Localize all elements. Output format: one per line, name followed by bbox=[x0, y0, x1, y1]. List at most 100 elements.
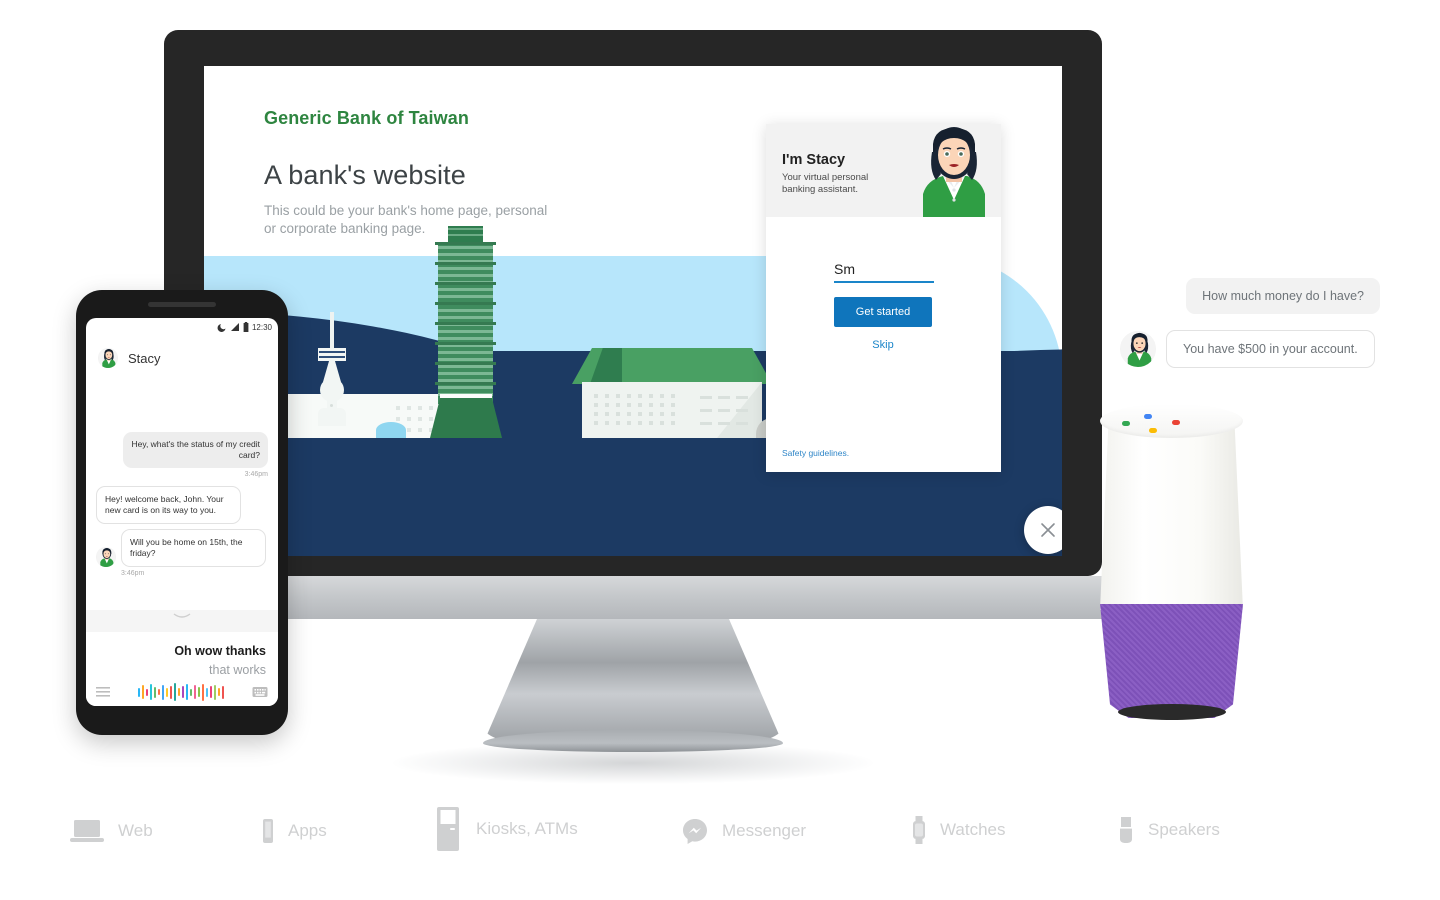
waveform-bar bbox=[202, 683, 204, 701]
assistant-tagline: Your virtual personal banking assistant. bbox=[782, 172, 869, 195]
waveform-bar bbox=[178, 688, 180, 696]
stacy-avatar bbox=[96, 547, 116, 567]
waveform-bar bbox=[218, 688, 220, 696]
phone-bottom-bar bbox=[86, 678, 278, 706]
page-root: Generic Bank of Taiwan A bank's website … bbox=[0, 0, 1440, 900]
monitor-chin bbox=[164, 576, 1102, 619]
voice-transcript-final: Oh wow thanks bbox=[174, 644, 266, 658]
channel-list: Web Apps Kiosks, ATMs Messenger Watches … bbox=[0, 804, 1440, 864]
waveform-bar bbox=[170, 685, 172, 699]
channel-item-web[interactable]: Web bbox=[70, 818, 153, 844]
mobile-phone: 12:30 Stacy Hey, what's the status of my… bbox=[76, 290, 288, 735]
phone-screen: 12:30 Stacy Hey, what's the status of my… bbox=[86, 318, 278, 706]
bank-brand-name: Generic Bank of Taiwan bbox=[264, 108, 469, 128]
keyboard-icon[interactable] bbox=[252, 686, 268, 698]
channel-label: Kiosks, ATMs bbox=[476, 819, 578, 838]
skip-link[interactable]: Skip bbox=[834, 339, 932, 351]
phone-sheet-divider bbox=[86, 610, 278, 632]
waveform-bar bbox=[162, 684, 164, 700]
speaker-user-question: How much money do I have? bbox=[1186, 278, 1380, 314]
waveform-bar bbox=[150, 684, 152, 700]
speaker-foot bbox=[1118, 704, 1226, 720]
waveform-bar bbox=[138, 687, 140, 697]
channel-label: Web bbox=[118, 821, 153, 840]
chat-widget-header: I'm Stacy Your virtual personal banking … bbox=[766, 124, 1001, 217]
messenger-icon bbox=[682, 818, 708, 844]
stacy-avatar bbox=[98, 348, 118, 368]
mobile-phone-icon bbox=[262, 818, 274, 844]
phone-message-list: Hey, what's the status of my credit card… bbox=[86, 380, 278, 610]
waveform-bar bbox=[198, 687, 200, 697]
smartwatch-icon bbox=[912, 816, 926, 844]
signal-icon bbox=[230, 323, 239, 331]
monitor-shadow bbox=[393, 742, 873, 784]
speaker-icon bbox=[1118, 816, 1134, 844]
desktop-monitor: Generic Bank of Taiwan A bank's website … bbox=[164, 30, 1102, 784]
channel-label: Apps bbox=[288, 821, 327, 840]
monitor-stand-neck bbox=[483, 619, 783, 744]
waveform-bar bbox=[190, 688, 192, 696]
do-not-disturb-icon bbox=[217, 324, 226, 332]
waveform-bar bbox=[166, 687, 168, 697]
channel-item-kiosks[interactable]: Kiosks, ATMs bbox=[436, 806, 578, 852]
message-bubble-agent: Hey! welcome back, John. Your new card i… bbox=[96, 486, 241, 524]
speaker-led-indicators bbox=[1122, 414, 1222, 433]
phone-earpiece bbox=[148, 302, 216, 307]
bank-website: Generic Bank of Taiwan A bank's website … bbox=[204, 66, 1062, 556]
battery-icon bbox=[243, 322, 249, 332]
chat-widget: I'm Stacy Your virtual personal banking … bbox=[766, 124, 1001, 472]
hamburger-menu-icon[interactable] bbox=[96, 686, 110, 698]
message-bubble-user: Hey, what's the status of my credit card… bbox=[123, 432, 268, 468]
message-bubble-agent: Will you be home on 15th, the friday? bbox=[121, 529, 266, 567]
page-subtitle: This could be your bank's home page, per… bbox=[264, 203, 548, 236]
stacy-avatar bbox=[1120, 331, 1156, 367]
voice-waveform[interactable] bbox=[138, 683, 224, 701]
waveform-bar bbox=[142, 685, 144, 699]
phone-clock: 12:30 bbox=[251, 322, 272, 332]
get-started-button[interactable]: Get started bbox=[834, 297, 932, 327]
channel-label: Messenger bbox=[722, 821, 807, 840]
waveform-bar bbox=[210, 686, 212, 698]
message-timestamp: 3:46pm bbox=[244, 471, 268, 478]
phone-contact-name: Stacy bbox=[128, 350, 161, 366]
waveform-bar bbox=[214, 684, 216, 700]
channel-item-speakers[interactable]: Speakers bbox=[1118, 816, 1220, 844]
observation-tower bbox=[306, 312, 358, 438]
waveform-bar bbox=[186, 684, 188, 700]
taipei-101-tower bbox=[426, 226, 506, 438]
message-timestamp: 3:46pm bbox=[121, 570, 145, 577]
waveform-bar bbox=[182, 686, 184, 698]
temple-building bbox=[572, 348, 772, 438]
stacy-avatar bbox=[905, 124, 995, 217]
waveform-bar bbox=[158, 689, 160, 695]
voice-transcript-partial: that works bbox=[209, 663, 266, 677]
waveform-bar bbox=[206, 687, 208, 697]
speaker-body bbox=[1100, 420, 1243, 610]
assistant-name: I'm Stacy bbox=[782, 152, 846, 168]
laptop-icon bbox=[70, 818, 104, 844]
safety-guidelines-link[interactable]: Safety guidelines. bbox=[782, 448, 849, 458]
phone-status-bar: 12:30 bbox=[86, 318, 278, 336]
speaker-assistant-answer: You have $500 in your account. bbox=[1166, 330, 1375, 368]
chat-widget-body: Get started Skip Safety guidelines. bbox=[766, 217, 1001, 472]
channel-label: Watches bbox=[940, 820, 1006, 839]
kiosk-icon bbox=[436, 806, 462, 852]
waveform-bar bbox=[154, 686, 156, 698]
waveform-bar bbox=[174, 683, 176, 701]
monitor-screen: Generic Bank of Taiwan A bank's website … bbox=[204, 66, 1062, 556]
google-home-speaker bbox=[1022, 404, 1247, 734]
speaker-fabric-base bbox=[1100, 604, 1243, 718]
channel-item-messenger[interactable]: Messenger bbox=[682, 818, 806, 844]
page-title: A bank's website bbox=[264, 160, 466, 190]
name-input[interactable] bbox=[834, 261, 934, 283]
chevron-down-icon[interactable] bbox=[172, 612, 192, 620]
phone-chat-header: Stacy bbox=[86, 340, 278, 376]
channel-item-apps[interactable]: Apps bbox=[262, 818, 327, 844]
channel-item-watches[interactable]: Watches bbox=[912, 816, 1006, 844]
waveform-bar bbox=[194, 685, 196, 699]
bush-right bbox=[376, 422, 406, 438]
waveform-bar bbox=[222, 685, 224, 699]
speaker-answer-row: You have $500 in your account. bbox=[1120, 330, 1375, 368]
waveform-bar bbox=[146, 688, 148, 696]
channel-label: Speakers bbox=[1148, 820, 1220, 839]
